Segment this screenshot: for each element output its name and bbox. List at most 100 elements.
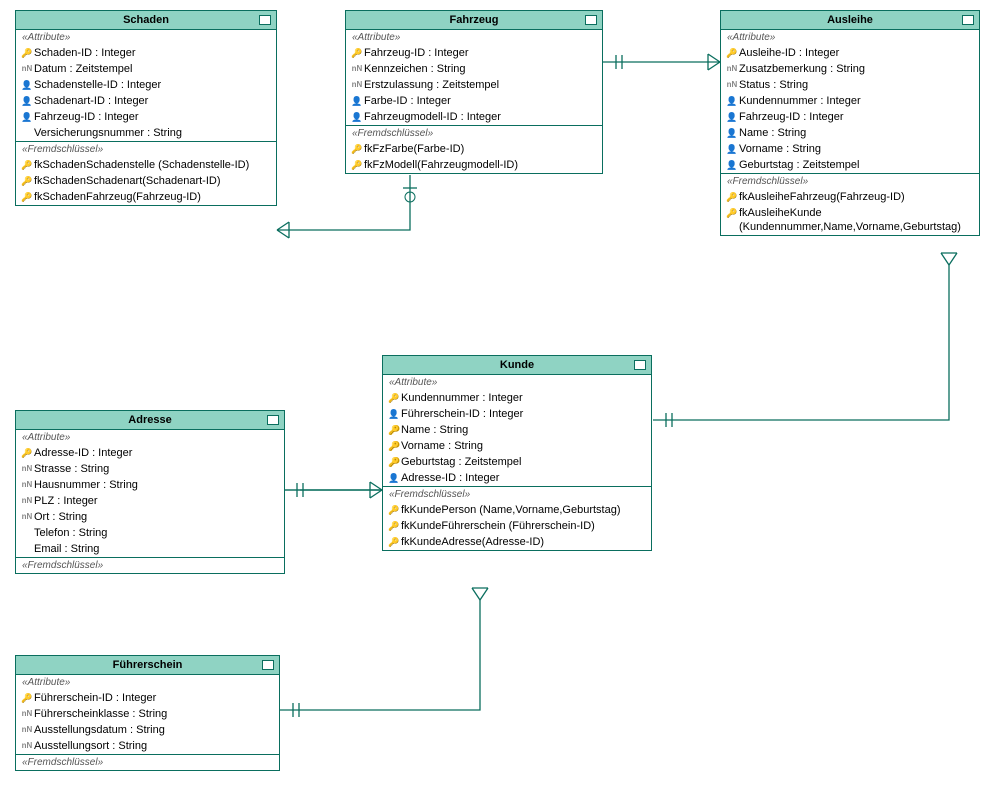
attribute-row: 👤Vorname : String xyxy=(721,141,979,157)
attribute-row: nNAusstellungsort : String xyxy=(16,738,279,754)
attribute-row: nNKennzeichen : String xyxy=(346,61,602,77)
attribute-text: Kennzeichen : String xyxy=(364,62,598,76)
attr-list-kunde: 🔑Kundennummer : Integer👤Führerschein-ID … xyxy=(383,390,651,486)
attribute-row: 👤Fahrzeugmodell-ID : Integer xyxy=(346,109,602,125)
stereotype-attribute: «Attribute» xyxy=(383,375,651,390)
attribute-row: 🔑Geburtstag : Zeitstempel xyxy=(383,454,651,470)
collapse-icon xyxy=(262,660,274,670)
attribute-text: Schaden-ID : Integer xyxy=(34,46,272,60)
key-double-icon: 🔑 xyxy=(387,423,401,437)
notnull-icon: nN xyxy=(20,462,34,476)
attribute-text: Schadenstelle-ID : Integer xyxy=(34,78,272,92)
fkcol-icon: 👤 xyxy=(350,94,364,108)
attribute-text: Hausnummer : String xyxy=(34,478,280,492)
entity-ausleihe[interactable]: Ausleihe «Attribute» 🔑Ausleihe-ID : Inte… xyxy=(720,10,980,236)
stereotype-attribute: «Attribute» xyxy=(346,30,602,45)
attribute-row: nNOrt : String xyxy=(16,509,284,525)
fk-icon: 🔑 xyxy=(387,535,401,549)
collapse-icon xyxy=(634,360,646,370)
attribute-text: Führerschein-ID : Integer xyxy=(401,407,647,421)
collapse-icon xyxy=(267,415,279,425)
notnull-icon: nN xyxy=(20,478,34,492)
fk-text: fkSchadenFahrzeug(Fahrzeug-ID) xyxy=(34,190,272,204)
attribute-row: nNFührerscheinklasse : String xyxy=(16,706,279,722)
entity-header: Adresse xyxy=(16,411,284,430)
attribute-row: 🔑Führerschein-ID : Integer xyxy=(16,690,279,706)
fk-icon: 🔑 xyxy=(387,519,401,533)
entity-title: Fahrzeug xyxy=(450,14,499,26)
fk-list-schaden: 🔑fkSchadenSchadenstelle (Schadenstelle-I… xyxy=(16,157,276,205)
attr-list-fahrzeug: 🔑Fahrzeug-ID : IntegernNKennzeichen : St… xyxy=(346,45,602,125)
attribute-text: Erstzulassung : Zeitstempel xyxy=(364,78,598,92)
attribute-row: nNZusatzbemerkung : String xyxy=(721,61,979,77)
attribute-row: 👤Schadenstelle-ID : Integer xyxy=(16,77,276,93)
entity-fahrzeug[interactable]: Fahrzeug «Attribute» 🔑Fahrzeug-ID : Inte… xyxy=(345,10,603,174)
attribute-row: 👤Farbe-ID : Integer xyxy=(346,93,602,109)
fkcol-icon: 👤 xyxy=(350,110,364,124)
attribute-row: 👤Schadenart-ID : Integer xyxy=(16,93,276,109)
fk-text: fkSchadenSchadenstelle (Schadenstelle-ID… xyxy=(34,158,272,172)
attribute-row: 🔑Name : String xyxy=(383,422,651,438)
notnull-icon: nN xyxy=(20,707,34,721)
stereotype-fk: «Fremdschlüssel» xyxy=(16,558,284,573)
attribute-row: 👤Fahrzeug-ID : Integer xyxy=(16,109,276,125)
attribute-text: Geburtstag : Zeitstempel xyxy=(739,158,975,172)
attribute-row: nNDatum : Zeitstempel xyxy=(16,61,276,77)
attribute-row: 🔑Kundennummer : Integer xyxy=(383,390,651,406)
entity-adresse[interactable]: Adresse «Attribute» 🔑Adresse-ID : Intege… xyxy=(15,410,285,574)
fk-list-kunde: 🔑fkKundePerson (Name,Vorname,Geburtstag)… xyxy=(383,502,651,550)
fkcol-icon: 👤 xyxy=(387,407,401,421)
attribute-text: Fahrzeugmodell-ID : Integer xyxy=(364,110,598,124)
entity-header: Kunde xyxy=(383,356,651,375)
entity-header: Schaden xyxy=(16,11,276,30)
notnull-icon: nN xyxy=(20,62,34,76)
attr-list-schaden: 🔑Schaden-ID : IntegernNDatum : Zeitstemp… xyxy=(16,45,276,141)
key-icon: 🔑 xyxy=(725,46,739,60)
fk-text: fkFzFarbe(Farbe-ID) xyxy=(364,142,598,156)
attribute-text: Fahrzeug-ID : Integer xyxy=(34,110,272,124)
entity-title: Adresse xyxy=(128,414,171,426)
fk-row: 🔑fkSchadenSchadenstelle (Schadenstelle-I… xyxy=(16,157,276,173)
fk-icon: 🔑 xyxy=(350,158,364,172)
attribute-row: 👤Adresse-ID : Integer xyxy=(383,470,651,486)
fkcol-icon: 👤 xyxy=(725,142,739,156)
fk-row: 🔑fkAusleiheFahrzeug(Fahrzeug-ID) xyxy=(721,189,979,205)
entity-schaden[interactable]: Schaden «Attribute» 🔑Schaden-ID : Intege… xyxy=(15,10,277,206)
attribute-text: Status : String xyxy=(739,78,975,92)
attribute-row: 👤Fahrzeug-ID : Integer xyxy=(721,109,979,125)
fk-icon: 🔑 xyxy=(20,174,34,188)
fk-text: fkKundePerson (Name,Vorname,Geburtstag) xyxy=(401,503,647,517)
attribute-text: Schadenart-ID : Integer xyxy=(34,94,272,108)
attribute-row: nNStrasse : String xyxy=(16,461,284,477)
notnull-icon: nN xyxy=(350,62,364,76)
fk-icon: 🔑 xyxy=(725,206,739,220)
attribute-text: Telefon : String xyxy=(34,526,280,540)
stereotype-attribute: «Attribute» xyxy=(16,675,279,690)
notnull-icon: nN xyxy=(20,739,34,753)
attribute-row: Email : String xyxy=(16,541,284,557)
attribute-row: 👤Kundennummer : Integer xyxy=(721,93,979,109)
attribute-text: Strasse : String xyxy=(34,462,280,476)
attribute-row: 🔑Adresse-ID : Integer xyxy=(16,445,284,461)
stereotype-fk: «Fremdschlüssel» xyxy=(346,126,602,141)
fk-row: 🔑fkKundePerson (Name,Vorname,Geburtstag) xyxy=(383,502,651,518)
notnull-icon: nN xyxy=(725,62,739,76)
fk-text: fkAusleiheKunde (Kundennummer,Name,Vorna… xyxy=(739,206,975,234)
fk-text: fkSchadenSchadenart(Schadenart-ID) xyxy=(34,174,272,188)
entity-kunde[interactable]: Kunde «Attribute» 🔑Kundennummer : Intege… xyxy=(382,355,652,551)
attribute-text: Kundennummer : Integer xyxy=(401,391,647,405)
attribute-row: 🔑Fahrzeug-ID : Integer xyxy=(346,45,602,61)
entity-header: Führerschein xyxy=(16,656,279,675)
attribute-text: Versicherungsnummer : String xyxy=(34,126,272,140)
stereotype-attribute: «Attribute» xyxy=(721,30,979,45)
entity-fuehrerschein[interactable]: Führerschein «Attribute» 🔑Führerschein-I… xyxy=(15,655,280,771)
fk-row: 🔑fkKundeFührerschein (Führerschein-ID) xyxy=(383,518,651,534)
attribute-text: Ausstellungsdatum : String xyxy=(34,723,275,737)
attribute-text: Ausleihe-ID : Integer xyxy=(739,46,975,60)
attribute-text: Farbe-ID : Integer xyxy=(364,94,598,108)
fkcol-icon: 👤 xyxy=(725,126,739,140)
attribute-text: PLZ : Integer xyxy=(34,494,280,508)
collapse-icon xyxy=(962,15,974,25)
blank-icon xyxy=(20,526,34,540)
stereotype-fk: «Fremdschlüssel» xyxy=(721,174,979,189)
